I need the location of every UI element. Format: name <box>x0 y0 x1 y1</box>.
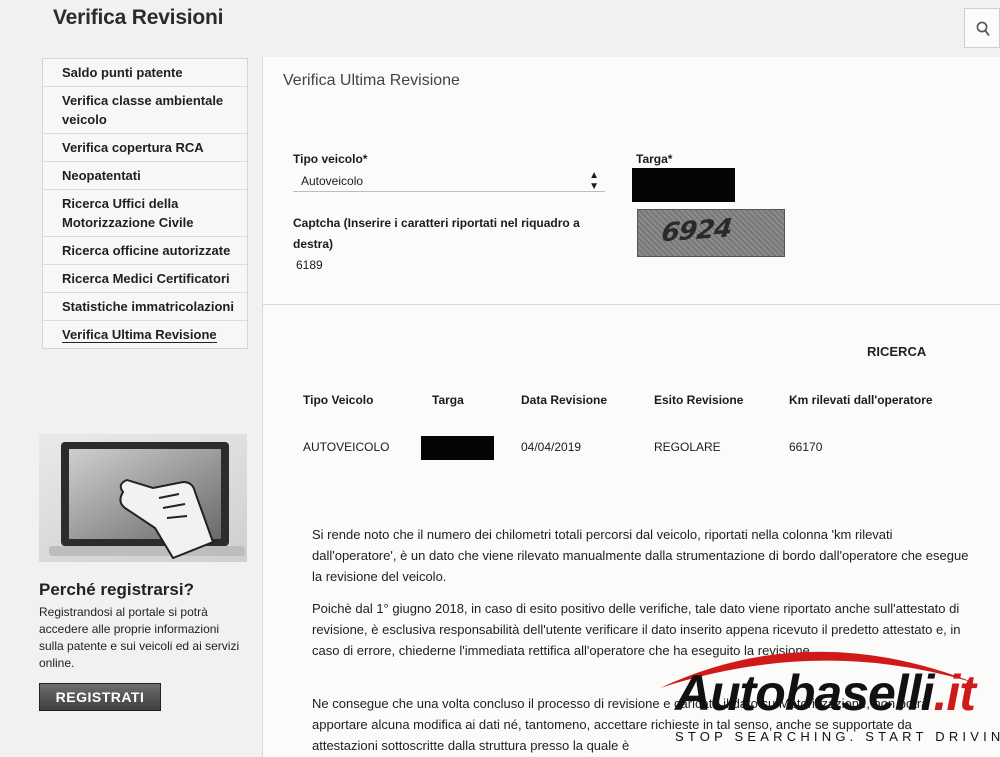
column-header-targa: Targa <box>432 393 464 407</box>
sidebar-item-neopatentati[interactable]: Neopatentati <box>43 162 247 190</box>
cell-esito: REGOLARE <box>654 440 721 454</box>
watermark-brand: Autobaselli <box>675 665 934 721</box>
vehicle-type-value: Autoveicolo <box>301 174 364 188</box>
column-header-esito: Esito Revisione <box>654 393 744 407</box>
register-button[interactable]: REGISTRATI <box>39 683 161 711</box>
sidebar-item-label: Ricerca officine autorizzate <box>62 243 231 258</box>
sidebar-item-copertura-rca[interactable]: Verifica copertura RCA <box>43 134 247 162</box>
cell-tipo: AUTOVEICOLO <box>303 440 390 454</box>
plate-input-redacted[interactable] <box>632 168 735 202</box>
sidebar-item-uffici-motorizzazione[interactable]: Ricerca Uffici della Motorizzazione Civi… <box>43 190 247 237</box>
captcha-label: Captcha (Inserire i caratteri riportati … <box>293 216 580 251</box>
search-button[interactable] <box>964 8 1000 48</box>
sidebar-item-label: Verifica classe ambientale veicolo <box>62 93 224 127</box>
sidebar-item-label: Saldo punti patente <box>62 65 183 80</box>
vehicle-type-select[interactable]: Autoveicolo ▲ ▼ <box>293 170 605 192</box>
cell-km: 66170 <box>789 440 823 454</box>
sidebar-item-label: Statistiche immatricolazioni <box>62 299 234 314</box>
sidebar-nav: Saldo punti patente Verifica classe ambi… <box>42 58 248 349</box>
vehicle-type-label: Tipo veicolo* <box>293 152 368 166</box>
column-header-tipo: Tipo Veicolo <box>303 393 374 407</box>
sidebar-item-statistiche[interactable]: Statistiche immatricolazioni <box>43 293 247 321</box>
captcha-input[interactable]: 6189 <box>296 258 323 272</box>
watermark-logo: Autobaselli.it <box>675 665 976 721</box>
search-submit-button[interactable]: RICERCA <box>867 344 926 359</box>
watermark-tagline: STOP SEARCHING. START DRIVING. <box>675 729 1000 744</box>
register-title: Perché registrarsi? <box>39 580 194 599</box>
plate-label: Targa* <box>636 152 673 166</box>
sidebar-item-label: Verifica Ultima Revisione <box>62 327 217 343</box>
watermark-tld: it <box>946 665 976 721</box>
section-title: Verifica Ultima Revisione <box>283 72 460 89</box>
captcha-image: 6924 <box>637 209 785 257</box>
sidebar-item-label: Verifica copertura RCA <box>62 140 204 155</box>
note-paragraph-1: Si rende noto che il numero dei chilomet… <box>312 527 969 584</box>
page-title: Verifica Revisioni <box>53 6 224 29</box>
sidebar-item-saldo-punti[interactable]: Saldo punti patente <box>43 59 247 87</box>
sidebar-item-label: Neopatentati <box>62 168 141 183</box>
sidebar-item-label: Ricerca Uffici della Motorizzazione Civi… <box>62 196 194 230</box>
column-header-data: Data Revisione <box>521 393 608 407</box>
sidebar-item-classe-ambientale[interactable]: Verifica classe ambientale veicolo <box>43 87 247 134</box>
search-icon <box>976 21 990 37</box>
select-arrows-icon: ▲ ▼ <box>589 170 599 192</box>
register-description: Registrandosi al portale si potrà accede… <box>39 605 240 670</box>
sidebar-item-label: Ricerca Medici Certificatori <box>62 271 230 286</box>
sidebar-item-ultima-revisione[interactable]: Verifica Ultima Revisione <box>43 321 247 348</box>
cell-targa-redacted <box>421 436 494 460</box>
sidebar-item-medici[interactable]: Ricerca Medici Certificatori <box>43 265 247 293</box>
cell-data: 04/04/2019 <box>521 440 582 454</box>
laptop-touch-illustration <box>39 434 247 562</box>
captcha-image-text: 6924 <box>656 213 736 249</box>
form-divider <box>263 304 1000 305</box>
column-header-km: Km rilevati dall'operatore <box>789 393 933 407</box>
sidebar-item-officine[interactable]: Ricerca officine autorizzate <box>43 237 247 265</box>
